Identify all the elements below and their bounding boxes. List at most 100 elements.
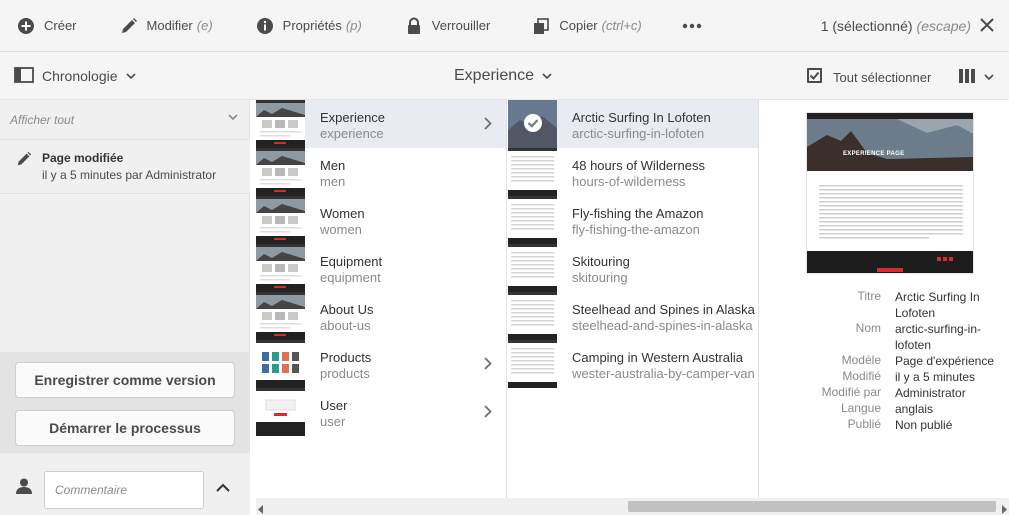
rail-selector[interactable]: Chronologie — [14, 64, 136, 88]
close-icon — [980, 17, 994, 35]
item-name: skitouring — [572, 270, 628, 285]
chevron-right-icon — [484, 357, 492, 373]
lock-button[interactable]: Verrouiller — [362, 0, 490, 52]
page-title: Experience — [454, 67, 535, 84]
create-button[interactable]: Créer — [0, 0, 77, 52]
property-value: il y a 5 minutes — [895, 370, 976, 384]
column-2-item[interactable]: 48 hours of Wilderness hours-of-wildernes… — [508, 148, 758, 196]
property-key: Modèle — [841, 353, 881, 367]
checkbox-icon — [806, 67, 823, 87]
action-bar: Créer Modifier (e) Propriétés (p) Verrou… — [0, 0, 1009, 52]
item-name: arctic-surfing-in-lofoten — [572, 126, 705, 141]
page-thumbnail — [508, 244, 557, 292]
column-1: Experience experience Men men Women women Equi… — [256, 100, 507, 498]
item-title: Steelhead and Spines in Alaska — [572, 302, 755, 317]
selection-count: 1 (sélectionné) — [820, 18, 913, 34]
chevron-up-icon[interactable] — [216, 480, 230, 495]
item-title: Products — [320, 350, 372, 365]
item-title: About Us — [320, 302, 374, 317]
page-thumbnail — [508, 100, 557, 148]
page-thumbnail — [256, 100, 305, 148]
page-thumbnail — [256, 148, 305, 196]
item-name: products — [320, 366, 370, 381]
column-2-item[interactable]: Camping in Western Australia wester-austr… — [508, 340, 758, 388]
scroll-right-icon[interactable] — [1001, 502, 1007, 515]
property-value: Page d'expérience — [895, 354, 995, 368]
filter-label: Afficher tout — [10, 112, 75, 127]
chevron-down-icon — [228, 114, 238, 120]
comment-bar — [0, 452, 250, 515]
selected-check-overlay — [508, 100, 557, 148]
copy-label: Copier — [559, 18, 598, 33]
column-2-item[interactable]: Arctic Surfing In Lofoten arctic-surfing-… — [508, 100, 758, 148]
plus-circle-icon — [16, 16, 36, 36]
preview-image-title: EXPERIENCE PAGE — [843, 151, 905, 157]
property-key: Publié — [847, 417, 881, 431]
preview-column: EXPERIENCE PAGE Titre Arctic Surfing In L… — [760, 100, 1009, 498]
item-name: steelhead-and-spines-in-alaska — [572, 318, 753, 333]
edit-label: Modifier — [146, 18, 193, 33]
rail-actions: Enregistrer comme version Démarrer le pr… — [0, 352, 250, 452]
save-version-button[interactable]: Enregistrer comme version — [15, 362, 235, 398]
comment-input[interactable] — [44, 471, 204, 509]
column-1-item[interactable]: Products products — [256, 340, 506, 388]
item-title: Skitouring — [572, 254, 630, 269]
page-thumbnail — [256, 388, 305, 436]
page-thumbnail — [256, 196, 305, 244]
column-1-item[interactable]: Equipment equipment — [256, 244, 506, 292]
edit-shortcut: (e) — [196, 18, 213, 33]
item-name: about-us — [320, 318, 371, 333]
chevron-down-icon — [984, 74, 994, 80]
properties-button[interactable]: Propriétés (p) — [213, 0, 362, 52]
pencil-icon — [119, 16, 139, 36]
item-name: equipment — [320, 270, 381, 285]
column-1-item[interactable]: Experience experience — [256, 100, 506, 148]
page-thumbnail — [508, 340, 557, 388]
event-title: Page modifiée — [42, 151, 124, 165]
scroll-left-icon[interactable] — [258, 502, 264, 515]
property-key: Titre — [857, 289, 881, 303]
close-selection-button[interactable] — [975, 14, 999, 38]
info-icon — [255, 16, 275, 36]
column-1-item[interactable]: About Us about-us — [256, 292, 506, 340]
edit-button[interactable]: Modifier (e) — [77, 0, 213, 52]
chevron-right-icon — [484, 117, 492, 133]
scrollbar-thumb[interactable] — [628, 501, 996, 512]
property-key: Modifié — [842, 369, 881, 383]
event-detail: il y a 5 minutes par Administrator — [42, 168, 217, 182]
timeline-filter[interactable]: Afficher tout — [0, 100, 250, 140]
column-2-item[interactable]: Fly-fishing the Amazon fly-fishing-the-am… — [508, 196, 758, 244]
breadcrumb-title[interactable]: Experience — [454, 64, 552, 88]
secondary-toolbar: Chronologie Experience Tout sélectionner — [0, 52, 1009, 100]
lock-icon — [404, 16, 424, 36]
column-1-item[interactable]: Women women — [256, 196, 506, 244]
horizontal-scrollbar[interactable] — [256, 498, 1009, 515]
chevron-down-icon — [542, 73, 552, 79]
page-thumbnail — [256, 292, 305, 340]
property-key: Nom — [855, 321, 881, 335]
copy-shortcut: (ctrl+c) — [601, 18, 642, 33]
item-title: Women — [320, 206, 365, 221]
property-value: Administrator — [895, 386, 966, 400]
page-thumbnail — [256, 244, 305, 292]
page-thumbnail — [508, 148, 557, 196]
checkmark-circle-icon — [523, 113, 543, 136]
page-thumbnail — [256, 340, 305, 388]
column-2-item[interactable]: Skitouring skitouring — [508, 244, 758, 292]
rail-icon — [14, 66, 34, 86]
item-name: hours-of-wilderness — [572, 174, 686, 189]
item-name: wester-australia-by-camper-van — [572, 366, 755, 381]
column-1-item[interactable]: Men men — [256, 148, 506, 196]
view-switcher[interactable] — [958, 65, 994, 89]
timeline-event[interactable]: Page modifiée il y a 5 minutes par Admin… — [0, 140, 250, 194]
properties-shortcut: (p) — [345, 18, 362, 33]
column-1-item[interactable]: User user — [256, 388, 506, 436]
item-name: men — [320, 174, 346, 189]
start-workflow-button[interactable]: Démarrer le processus — [15, 410, 235, 446]
column-view: Experience experience Men men Women women Equi… — [256, 100, 1009, 498]
column-2-item[interactable]: Steelhead and Spines in Alaska steelhead-… — [508, 292, 758, 340]
copy-button[interactable]: Copier (ctrl+c) — [490, 0, 642, 52]
page-thumbnail — [508, 292, 557, 340]
select-all-button[interactable]: Tout sélectionner — [806, 65, 931, 89]
more-button[interactable] — [642, 0, 710, 52]
